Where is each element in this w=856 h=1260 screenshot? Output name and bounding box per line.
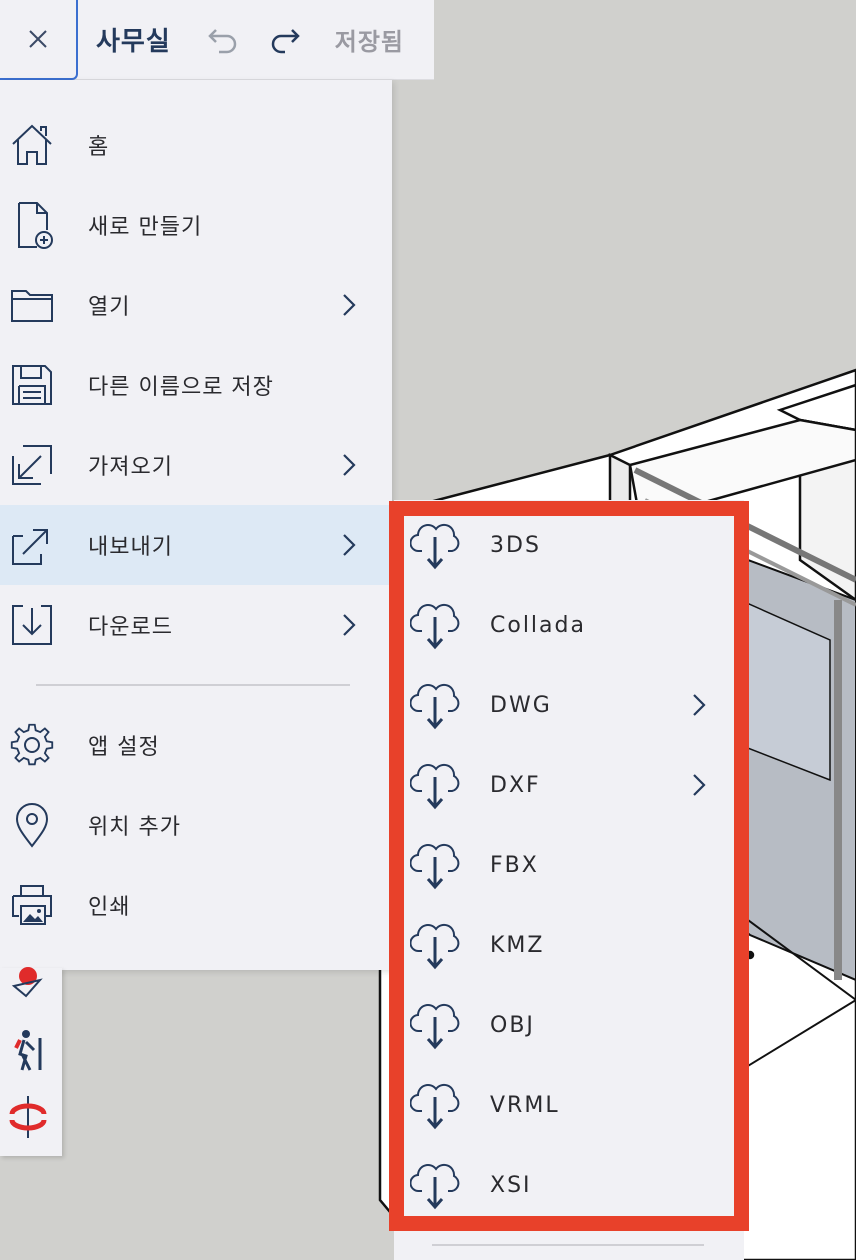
menu-item-download[interactable]: 다운로드 — [0, 585, 392, 665]
export-item-label: FBX — [490, 852, 539, 878]
export-item-label: KMZ — [490, 932, 545, 958]
cloud-download-icon — [410, 1163, 460, 1210]
menu-item-open[interactable]: 열기 — [0, 265, 392, 345]
export-item-label: OBJ — [490, 1012, 535, 1038]
close-button[interactable] — [0, 0, 78, 80]
export-item-obj[interactable]: OBJ — [404, 985, 734, 1065]
chevron-right-icon — [693, 694, 706, 716]
chevron-right-icon — [343, 294, 356, 316]
export-item-3ds[interactable]: 3DS — [404, 505, 734, 585]
menu-item-add-location[interactable]: 위치 추가 — [0, 785, 392, 865]
undo-button[interactable] — [207, 25, 239, 55]
export-item-xsi[interactable]: XSI — [404, 1145, 734, 1225]
folder-icon — [8, 281, 56, 329]
gear-icon — [8, 721, 56, 769]
menu-item-save-as[interactable]: 다른 이름으로 저장 — [0, 345, 392, 425]
cloud-download-icon — [410, 1003, 460, 1050]
orbit-icon[interactable] — [6, 1092, 56, 1142]
menu-item-home[interactable]: 홈 — [0, 105, 392, 185]
document-title: 사무실 — [96, 27, 171, 57]
export-item-label: VRML — [490, 1092, 560, 1118]
menu-item-label: 인쇄 — [88, 895, 131, 920]
export-item-kmz[interactable]: KMZ — [404, 905, 734, 985]
menu-item-label: 홈 — [88, 135, 110, 160]
menu-item-label: 다른 이름으로 저장 — [88, 375, 274, 400]
close-icon — [29, 29, 47, 48]
saved-status: 저장됨 — [334, 28, 405, 56]
export-item-dwg[interactable]: DWG — [404, 665, 734, 745]
menu-item-label: 앱 설정 — [88, 735, 160, 760]
menu-item-label: 가져오기 — [88, 455, 173, 480]
submenu-divider — [432, 1244, 704, 1246]
tool-strip — [0, 966, 62, 1156]
export-item-label: DWG — [490, 692, 552, 718]
export-item-label: Collada — [490, 612, 586, 638]
chevron-right-icon — [343, 454, 356, 476]
import-icon — [8, 441, 56, 489]
redo-icon — [271, 28, 300, 53]
cloud-download-icon — [410, 923, 460, 970]
menu-divider — [36, 684, 350, 686]
walk-icon[interactable] — [6, 1026, 56, 1076]
chevron-right-icon — [343, 614, 356, 636]
export-icon — [8, 521, 56, 569]
cloud-download-icon — [410, 683, 460, 730]
export-item-label: XSI — [490, 1172, 532, 1198]
menu-item-app-settings[interactable]: 앱 설정 — [0, 705, 392, 785]
cloud-download-icon — [410, 523, 460, 570]
position-camera-icon[interactable] — [6, 966, 56, 1016]
export-item-collada[interactable]: Collada — [404, 585, 734, 665]
export-item-label: 3DS — [490, 532, 541, 558]
chevron-right-icon — [343, 534, 356, 556]
menu-item-export[interactable]: 내보내기 — [0, 505, 392, 585]
export-item-dxf[interactable]: DXF — [404, 745, 734, 825]
menu-item-label: 내보내기 — [88, 535, 173, 560]
menu-item-label: 다운로드 — [88, 615, 173, 640]
redo-button[interactable] — [269, 25, 301, 55]
home-icon — [8, 121, 56, 169]
print-icon — [8, 881, 56, 929]
export-item-fbx[interactable]: FBX — [404, 825, 734, 905]
menu-item-label: 새로 만들기 — [88, 215, 203, 240]
location-pin-icon — [8, 801, 56, 849]
cloud-download-icon — [410, 1083, 460, 1130]
download-icon — [8, 601, 56, 649]
menu-item-new[interactable]: 새로 만들기 — [0, 185, 392, 265]
menu-item-label: 열기 — [88, 295, 131, 320]
cloud-download-icon — [410, 843, 460, 890]
cloud-download-icon — [410, 603, 460, 650]
cloud-download-icon — [410, 763, 460, 810]
main-menu: 홈 새로 만들기 열기 다른 이름으로 저장 가져오기 내보내기 다운로드 앱 … — [0, 80, 392, 970]
chevron-right-icon — [693, 774, 706, 796]
save-as-icon — [8, 361, 56, 409]
menu-item-label: 위치 추가 — [88, 815, 181, 840]
undo-icon — [207, 28, 236, 53]
menu-item-import[interactable]: 가져오기 — [0, 425, 392, 505]
top-bar: 사무실 저장됨 — [0, 0, 434, 80]
menu-item-print[interactable]: 인쇄 — [0, 865, 392, 945]
new-file-icon — [8, 201, 56, 249]
export-item-label: DXF — [490, 772, 541, 798]
export-item-vrml[interactable]: VRML — [404, 1065, 734, 1145]
